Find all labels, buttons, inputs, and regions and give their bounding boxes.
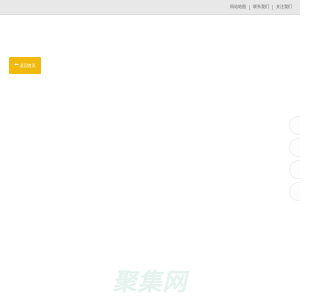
top-links: 网站地图 联系我们 关注我们	[230, 0, 292, 14]
top-bar: 网站地图 联系我们 关注我们	[0, 0, 300, 15]
side-tool-button[interactable]	[289, 182, 300, 201]
follow-link[interactable]: 关注我们	[276, 4, 292, 10]
back-home-button[interactable]: ⬅ 返回首页	[9, 57, 41, 74]
side-tool-button[interactable]	[289, 116, 300, 135]
divider	[249, 4, 250, 10]
brand-watermark: 聚集网	[112, 269, 188, 296]
back-home-label: 返回首页	[19, 62, 36, 68]
page: 网站地图 联系我们 关注我们 ⬅ 返回首页 聚集网	[0, 0, 300, 300]
arrow-left-icon: ⬅	[14, 62, 19, 68]
divider	[272, 4, 273, 10]
side-tool-button[interactable]	[289, 138, 300, 157]
sitemap-link[interactable]: 网站地图	[230, 4, 246, 10]
side-toolbar	[289, 116, 300, 201]
contact-link[interactable]: 联系我们	[253, 4, 269, 10]
side-tool-button[interactable]	[289, 160, 300, 179]
